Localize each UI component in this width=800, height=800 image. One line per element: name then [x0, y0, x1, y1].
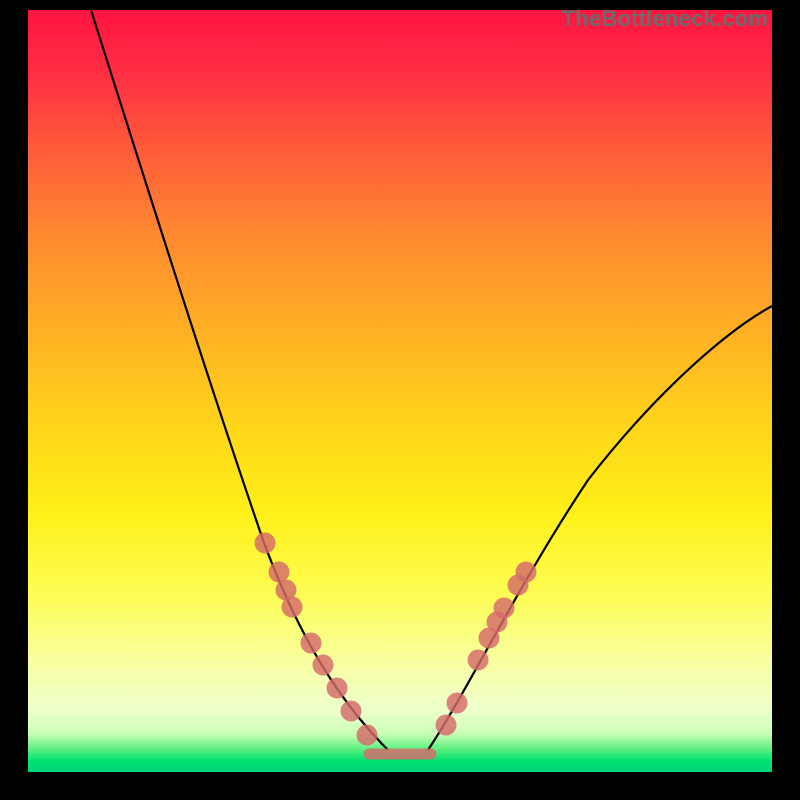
data-point [327, 678, 348, 699]
data-point [301, 633, 322, 654]
data-point [341, 701, 362, 722]
chart-area [28, 10, 772, 772]
watermark-text: TheBottleneck.com [562, 6, 768, 32]
data-point [516, 562, 537, 583]
curve-right-branch [428, 306, 772, 750]
data-point [282, 597, 303, 618]
bottleneck-curve-svg [28, 10, 772, 772]
data-point [357, 725, 378, 746]
data-point [447, 693, 468, 714]
curve-left-branch [91, 10, 388, 750]
dots-left-branch [255, 533, 378, 746]
data-point [269, 562, 290, 583]
data-point [494, 598, 515, 619]
data-point [313, 655, 334, 676]
data-point [436, 715, 457, 736]
data-point [468, 650, 489, 671]
dots-right-branch [436, 562, 537, 736]
data-point [255, 533, 276, 554]
